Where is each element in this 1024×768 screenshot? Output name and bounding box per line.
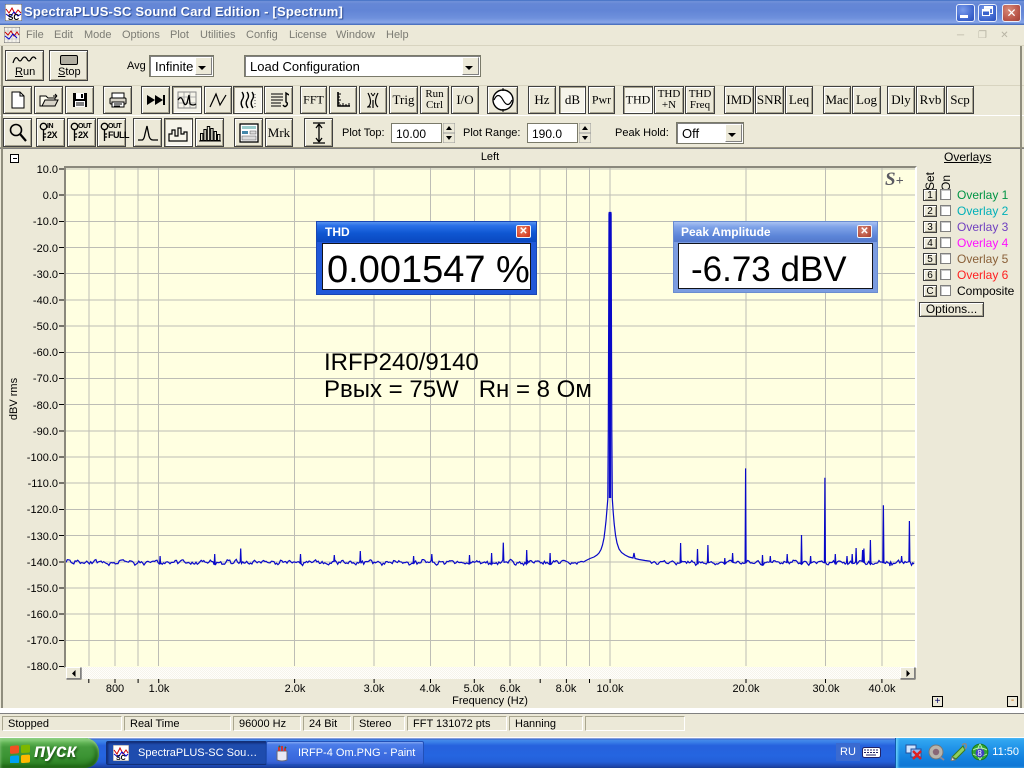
svg-text:SC: SC xyxy=(116,755,126,761)
svg-text:8: 8 xyxy=(977,749,982,758)
svg-text:SC: SC xyxy=(8,13,19,21)
